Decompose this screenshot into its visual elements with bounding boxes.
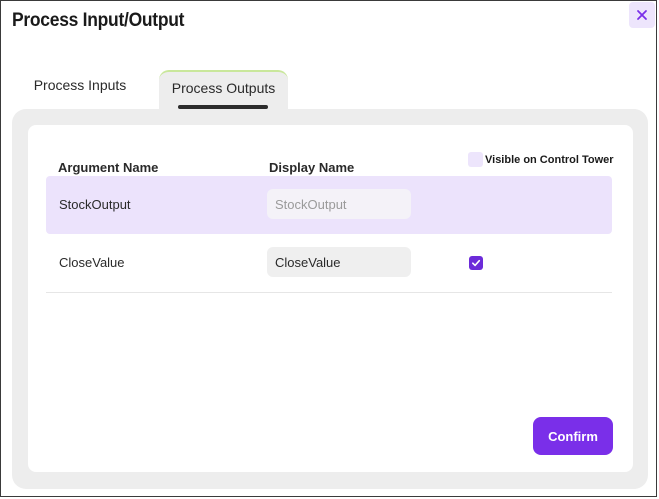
display-name-input xyxy=(267,189,411,219)
select-all-checkbox[interactable] xyxy=(468,152,483,167)
tab-label: Process Inputs xyxy=(33,77,127,93)
table-row: StockOutput xyxy=(46,176,612,234)
checkmark-icon xyxy=(472,259,481,267)
dialog-title: Process Input/Output xyxy=(12,10,185,31)
visible-checkbox[interactable] xyxy=(469,256,483,270)
close-button[interactable] xyxy=(629,2,655,28)
outputs-table-card: Argument Name Display Name Visible on Co… xyxy=(28,125,633,472)
argument-name: StockOutput xyxy=(59,197,131,212)
column-header-display-name: Display Name xyxy=(269,160,355,175)
confirm-button[interactable]: Confirm xyxy=(533,417,613,455)
visible-on-control-tower-select-all[interactable]: Visible on Control Tower xyxy=(468,152,614,167)
column-header-argument-name: Argument Name xyxy=(58,160,159,175)
tab-process-outputs[interactable]: Process Outputs xyxy=(159,70,288,110)
outputs-panel: Argument Name Display Name Visible on Co… xyxy=(12,109,648,489)
close-icon xyxy=(637,10,647,20)
tab-process-inputs[interactable]: Process Inputs xyxy=(23,71,137,99)
display-name-input[interactable] xyxy=(267,247,411,277)
column-header-visible: Visible on Control Tower xyxy=(485,153,614,166)
tab-label: Process Outputs xyxy=(171,80,276,96)
table-row: CloseValue xyxy=(46,234,612,293)
process-io-dialog: Process Input/Output Process Inputs Proc… xyxy=(0,0,657,497)
argument-name: CloseValue xyxy=(59,255,125,270)
